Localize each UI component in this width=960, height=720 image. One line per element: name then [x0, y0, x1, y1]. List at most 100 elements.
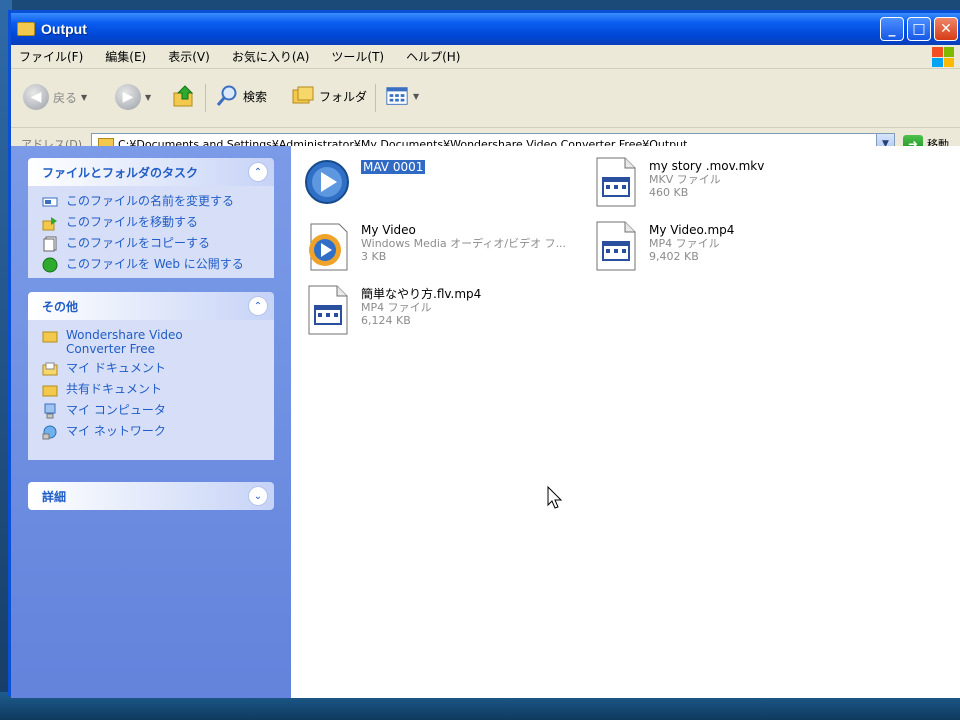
menu-favorites[interactable]: お気に入り(A)	[232, 48, 310, 65]
up-folder-button[interactable]	[171, 83, 197, 109]
explorer-window: Output _ □ ✕ ファイル(F) 編集(E) 表示(V) お気に入り(A…	[8, 10, 960, 698]
forward-button[interactable]: ▶ ▼	[115, 84, 151, 110]
up-folder-icon	[171, 83, 197, 109]
media-player-icon	[301, 156, 353, 208]
toolbar-separator	[375, 84, 376, 112]
file-tasks-header[interactable]: ファイルとフォルダのタスク ⌃	[28, 158, 274, 186]
back-arrow-icon: ◀	[23, 84, 49, 110]
task-label: このファイルの名前を変更する	[66, 194, 235, 208]
task-pane: ファイルとフォルダのタスク ⌃ このファイルの名前を変更する このファイルを移動…	[11, 146, 291, 698]
folder-icon	[42, 331, 58, 343]
file-item[interactable]: MAV 0001	[301, 156, 426, 208]
file-name: my story .mov.mkv	[649, 159, 765, 173]
my-computer-icon	[44, 403, 56, 419]
details-panel: 詳細 ⌄	[28, 482, 274, 510]
views-icon	[385, 84, 409, 108]
file-type: Windows Media オーディオ/ビデオ フ...	[361, 237, 567, 250]
menu-view[interactable]: 表示(V)	[168, 48, 210, 65]
task-publish[interactable]: このファイルを Web に公開する	[42, 257, 264, 273]
expand-chevron-icon[interactable]: ⌄	[248, 486, 268, 506]
close-button[interactable]: ✕	[934, 17, 958, 41]
toolbar: ◀ 戻る ▼ ▶ ▼ 検索 フォルダ ▼	[11, 70, 960, 128]
file-type: MP4 ファイル	[361, 301, 432, 314]
maximize-button[interactable]: □	[907, 17, 931, 41]
chevron-down-icon: ▼	[413, 91, 420, 101]
task-rename[interactable]: このファイルの名前を変更する	[42, 194, 264, 210]
file-size: 6,124 KB	[361, 314, 411, 327]
panel-title: ファイルとフォルダのタスク	[42, 165, 199, 180]
menu-file[interactable]: ファイル(F)	[19, 48, 83, 65]
task-copy[interactable]: このファイルをコピーする	[42, 236, 264, 252]
file-name: 簡単なやり方.flv.mp4	[361, 287, 482, 301]
my-documents-icon	[42, 362, 58, 376]
file-list-view: MAV 0001 my story .mov.mkv MKV ファイル 460 …	[291, 146, 960, 698]
folder-icon	[17, 22, 35, 36]
collapse-chevron-icon[interactable]: ⌃	[248, 162, 268, 182]
minimize-button[interactable]: _	[880, 17, 904, 41]
place-my-documents[interactable]: マイ ドキュメント	[42, 361, 264, 377]
menu-tools[interactable]: ツール(T)	[331, 48, 384, 65]
rename-icon	[42, 197, 58, 207]
chevron-down-icon: ▼	[145, 92, 152, 102]
window-title: Output	[41, 21, 87, 37]
other-places-header[interactable]: その他 ⌃	[28, 292, 274, 320]
place-shared-documents[interactable]: 共有ドキュメント	[42, 382, 264, 398]
task-move[interactable]: このファイルを移動する	[42, 215, 264, 231]
place-my-computer[interactable]: マイ コンピュータ	[42, 403, 264, 419]
shared-documents-icon	[42, 385, 58, 397]
folders-label: フォルダ	[319, 89, 368, 104]
title-bar[interactable]: Output _ □ ✕	[11, 13, 960, 45]
publish-icon	[42, 257, 58, 273]
file-item[interactable]: My Video Windows Media オーディオ/ビデオ フ... 3 …	[301, 220, 566, 272]
folders-icon	[291, 84, 315, 108]
chevron-down-icon: ▼	[81, 92, 88, 102]
details-header[interactable]: 詳細 ⌄	[28, 482, 274, 510]
video-file-icon	[301, 284, 353, 336]
task-label: マイ ドキュメント	[66, 361, 166, 375]
move-icon	[42, 217, 57, 231]
file-type: MP4 ファイル	[649, 237, 720, 250]
back-button[interactable]: ◀ 戻る ▼	[23, 84, 87, 110]
task-label: マイ コンピュータ	[66, 403, 166, 417]
file-name: My Video.mp4	[649, 223, 735, 237]
windows-logo-icon	[932, 47, 954, 67]
task-label: Wondershare Video Converter Free	[66, 328, 183, 356]
file-size: 3 KB	[361, 250, 387, 263]
file-item[interactable]: 簡単なやり方.flv.mp4 MP4 ファイル 6,124 KB	[301, 284, 481, 336]
file-item[interactable]: My Video.mp4 MP4 ファイル 9,402 KB	[589, 220, 734, 272]
forward-arrow-icon: ▶	[115, 84, 141, 110]
file-tasks-panel: ファイルとフォルダのタスク ⌃ このファイルの名前を変更する このファイルを移動…	[28, 158, 274, 278]
video-file-icon	[589, 220, 641, 272]
my-network-icon	[42, 425, 57, 440]
views-button[interactable]: ▼	[385, 84, 419, 108]
copy-icon	[43, 236, 57, 252]
menu-bar: ファイル(F) 編集(E) 表示(V) お気に入り(A) ツール(T) ヘルプ(…	[11, 45, 960, 69]
task-label: このファイルを Web に公開する	[66, 257, 244, 271]
file-size: 9,402 KB	[649, 250, 699, 263]
back-label: 戻る	[53, 90, 78, 105]
collapse-chevron-icon[interactable]: ⌃	[248, 296, 268, 316]
panel-title: その他	[42, 299, 79, 314]
toolbar-separator	[205, 84, 206, 112]
folders-button[interactable]: フォルダ	[291, 84, 367, 108]
search-icon	[215, 84, 239, 108]
mouse-cursor-icon	[547, 486, 563, 509]
task-label: このファイルをコピーする	[66, 236, 211, 250]
search-button[interactable]: 検索	[215, 84, 267, 108]
search-label: 検索	[243, 89, 268, 104]
file-name: My Video	[361, 223, 416, 237]
video-file-icon	[589, 156, 641, 208]
file-type: MKV ファイル	[649, 173, 721, 186]
place-my-network[interactable]: マイ ネットワーク	[42, 424, 264, 440]
menu-help[interactable]: ヘルプ(H)	[406, 48, 460, 65]
other-places-panel: その他 ⌃ Wondershare Video Converter Free マ…	[28, 292, 274, 460]
task-label: このファイルを移動する	[66, 215, 199, 229]
task-label: マイ ネットワーク	[66, 424, 166, 438]
file-name: MAV 0001	[361, 160, 426, 174]
file-item[interactable]: my story .mov.mkv MKV ファイル 460 KB	[589, 156, 764, 208]
media-player-icon	[301, 220, 353, 272]
panel-title: 詳細	[42, 489, 67, 504]
file-size: 460 KB	[649, 186, 689, 199]
place-wondershare-folder[interactable]: Wondershare Video Converter Free	[42, 328, 264, 356]
menu-edit[interactable]: 編集(E)	[105, 48, 146, 65]
